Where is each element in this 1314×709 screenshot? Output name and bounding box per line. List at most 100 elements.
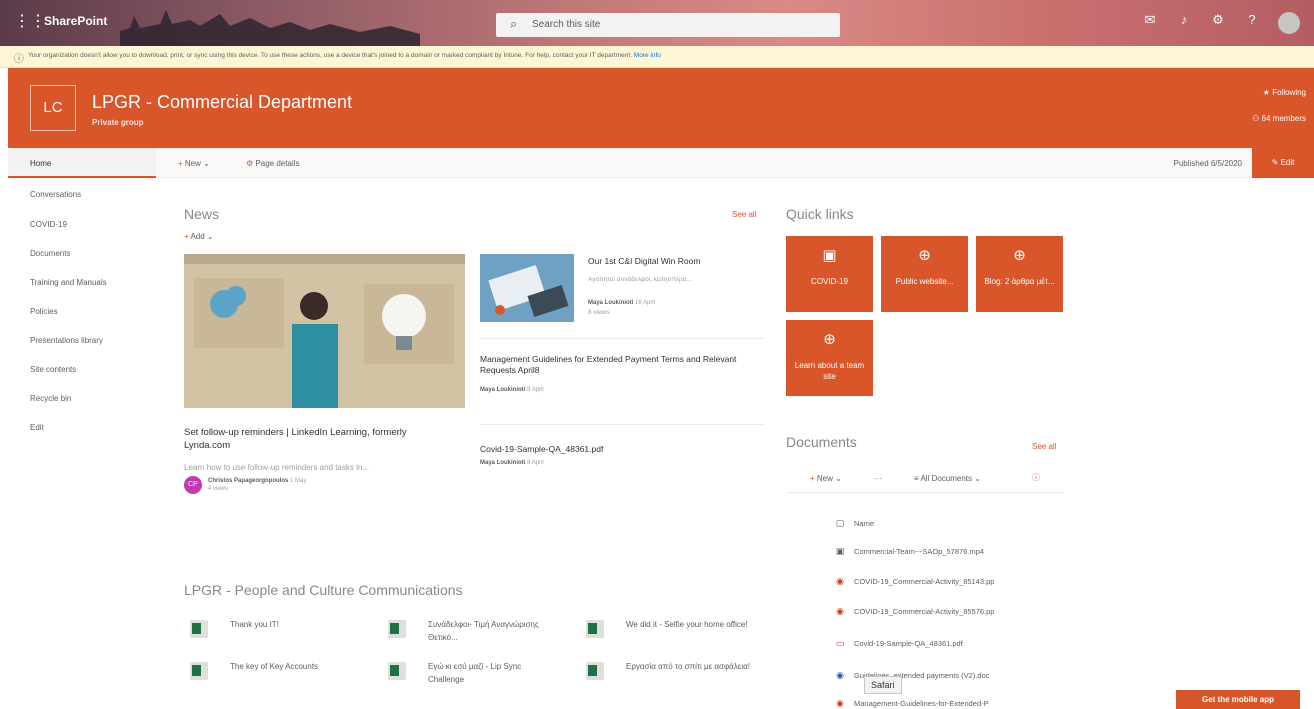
site-title[interactable]: LPGR - Commercial Department <box>92 92 352 113</box>
suite-actions: ✉ ♪ ⚙ ? <box>1142 12 1300 34</box>
documents-name-header[interactable]: ▢ Name <box>834 518 874 529</box>
quick-link-team-site[interactable]: ⊕ Learn about a team site <box>786 320 873 396</box>
document-row[interactable]: ▣ Commercial-Team---SAOp_57876.mp4 <box>834 546 984 557</box>
news-page-icon <box>586 662 604 680</box>
featured-news-image[interactable] <box>184 254 465 408</box>
document-row[interactable]: ◉ COVID-19_Commercial-Activity_85576.pp <box>834 606 994 617</box>
safari-tooltip: Safari <box>864 676 902 694</box>
quick-link-blog[interactable]: ⊕ Blog: 2 άρθρα μέτ... <box>976 236 1063 312</box>
featured-news-description: Learn how to use follow-up reminders and… <box>184 463 369 472</box>
nav-recycle-bin[interactable]: Recycle bin <box>30 394 71 403</box>
chevron-down-icon: ⌄ <box>835 474 842 483</box>
featured-news-views: 4 views <box>208 486 229 492</box>
video-file-icon: ▣ <box>835 546 845 556</box>
document-row[interactable]: ▭ Covid-19-Sample-QA_48361.pdf <box>834 638 963 649</box>
info-icon[interactable]: ⓘ <box>1032 472 1040 483</box>
more-options-icon[interactable]: ··· <box>874 474 882 483</box>
document-row[interactable]: ◉ COVID-19_Commercial-Activity_85143.pp <box>834 576 994 587</box>
brand-label[interactable]: SharePoint <box>44 14 107 28</box>
search-icon: ⌕ <box>510 16 518 31</box>
document-row[interactable]: ◉ Management-Guidelines-for-Extended-P <box>834 698 989 709</box>
view-selector[interactable]: ≡ All Documents ⌄ <box>914 474 981 483</box>
globe-icon: ⊕ <box>1013 247 1026 264</box>
app-launcher-icon[interactable]: ⋮⋮ <box>14 12 46 32</box>
news-page-icon <box>190 662 208 680</box>
page-details-button[interactable]: ⚙ Page details <box>246 159 299 168</box>
news-item-views: 8 views <box>588 309 610 316</box>
suite-bar: ⋮⋮ SharePoint ⌕ Search this site ✉ ♪ ⚙ ? <box>0 0 1314 46</box>
chevron-down-icon: ⌄ <box>974 474 981 483</box>
site-header: LC LPGR - Commercial Department Private … <box>8 68 1314 148</box>
nav-covid-19[interactable]: COVID-19 <box>30 220 67 229</box>
divider <box>480 424 764 425</box>
powerpoint-file-icon: ◉ <box>836 698 844 708</box>
policy-notice-bar: ⓘ Your organization doesn't allow you to… <box>0 46 1314 68</box>
featured-news-title[interactable]: Set follow-up reminders | LinkedIn Learn… <box>184 426 454 452</box>
news-item-title[interactable]: Management Guidelines for Extended Payme… <box>480 354 760 376</box>
news-title: News <box>184 206 220 222</box>
plus-icon: + <box>184 232 189 241</box>
nav-documents[interactable]: Documents <box>30 249 70 258</box>
news-item-author: Maya Loukinioti 16 April <box>588 300 656 306</box>
main-content: News See all + Add ⌄ Set follow-up remin… <box>156 178 1314 709</box>
search-box[interactable]: ⌕ Search this site <box>496 13 840 37</box>
news-add-button[interactable]: + Add ⌄ <box>184 232 214 241</box>
news-page-icon <box>388 620 406 638</box>
nav-policies[interactable]: Policies <box>30 307 58 316</box>
notifications-icon[interactable]: ♪ <box>1176 12 1192 34</box>
news-item-author: Maya Loukinioti 8 April <box>480 387 544 393</box>
featured-news-author: Christos Papageorgopoulos 1 May <box>208 478 307 484</box>
left-nav: Conversations COVID-19 Documents Trainin… <box>8 178 156 709</box>
news-item-title[interactable]: Covid-19-Sample-QA_48361.pdf <box>480 444 760 455</box>
nav-presentations-library[interactable]: Presentations library <box>30 336 103 345</box>
nav-home[interactable]: Home <box>8 148 156 178</box>
pencil-icon: ✎ <box>1271 158 1279 167</box>
news-item-description: Αγαπητοί συνάδελφοι, καλησπέρα... <box>588 276 692 283</box>
nav-edit-link[interactable]: Edit <box>30 423 44 432</box>
globe-icon: ⊕ <box>918 247 931 264</box>
documents-see-all-link[interactable]: See all <box>1032 442 1056 451</box>
quick-link-covid-19[interactable]: ▣ COVID-19 <box>786 236 873 312</box>
news-thumbnail-image[interactable] <box>480 254 574 322</box>
following-button[interactable]: ★ Following <box>1263 88 1306 97</box>
documents-new-button[interactable]: + New ⌄ <box>810 474 842 483</box>
news-item-author: Maya Loukinioti 8 April <box>480 460 544 466</box>
powerpoint-icon: ▣ <box>822 247 837 264</box>
search-input[interactable]: Search this site <box>532 19 600 30</box>
site-logo[interactable]: LC <box>30 85 76 131</box>
news-item-title[interactable]: Our 1st C&I Digital Win Room <box>588 256 768 267</box>
globe-icon: ⊕ <box>823 331 836 348</box>
people-culture-title: LPGR - People and Culture Communications <box>184 582 463 598</box>
info-icon: ⓘ <box>14 54 24 65</box>
members-button[interactable]: ⚇ 64 members <box>1252 114 1306 123</box>
user-avatar[interactable] <box>1278 12 1300 34</box>
nav-site-contents[interactable]: Site contents <box>30 365 76 374</box>
feedback-icon[interactable]: ✉ <box>1142 12 1158 34</box>
document-row[interactable]: ◉ Guidelines_extended payments (V2).doc <box>834 670 989 681</box>
new-button[interactable]: + New ⌄ <box>178 159 210 168</box>
word-file-icon: ◉ <box>836 670 844 680</box>
star-icon: ★ <box>1262 88 1270 97</box>
banner-skyline-image <box>120 10 420 46</box>
plus-icon: + <box>178 159 183 168</box>
published-status: Published 6/5/2020 <box>1173 159 1243 168</box>
quick-link-public-website[interactable]: ⊕ Public website... <box>881 236 968 312</box>
quick-links-title: Quick links <box>786 206 854 222</box>
command-bar: Home + New ⌄ ⚙ Page details Published 6/… <box>8 148 1314 178</box>
edit-button[interactable]: ✎ Edit <box>1252 148 1314 178</box>
help-icon[interactable]: ? <box>1244 12 1260 34</box>
illustration-image <box>184 254 465 408</box>
nav-training-and-manuals[interactable]: Training and Manuals <box>30 278 107 287</box>
chevron-down-icon: ⌄ <box>206 232 214 241</box>
site-subtitle: Private group <box>92 118 144 127</box>
more-info-link[interactable]: More info <box>634 52 661 59</box>
chevron-down-icon: ⌄ <box>203 159 210 168</box>
news-see-all-link[interactable]: See all <box>732 210 756 219</box>
documents-title: Documents <box>786 434 857 450</box>
desk-illustration-image <box>480 254 574 322</box>
settings-icon[interactable]: ⚙ <box>1210 12 1226 34</box>
powerpoint-file-icon: ◉ <box>836 606 844 616</box>
get-mobile-app-button[interactable]: Get the mobile app <box>1176 690 1300 709</box>
nav-conversations[interactable]: Conversations <box>30 190 81 199</box>
divider <box>480 338 764 339</box>
